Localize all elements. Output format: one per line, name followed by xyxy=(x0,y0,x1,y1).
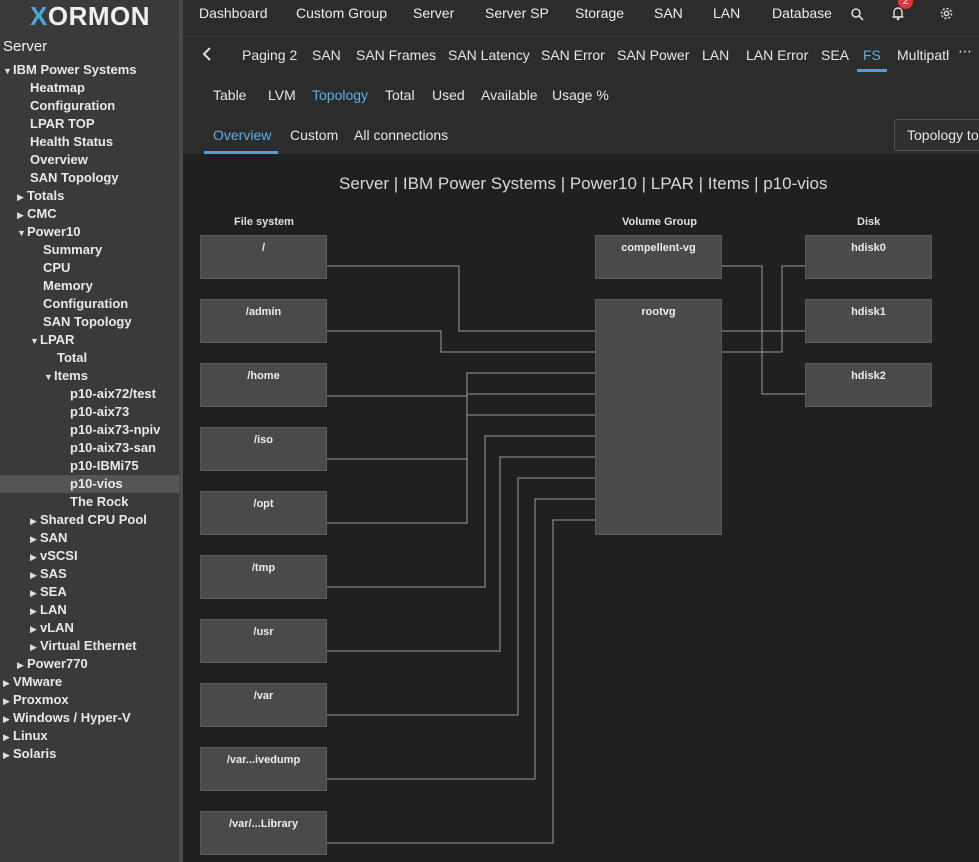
fs-node-5[interactable]: /opt xyxy=(200,491,327,535)
fs-node-9[interactable]: /var...ivedump xyxy=(200,747,327,791)
fs-node-3[interactable]: /home xyxy=(200,363,327,407)
fs-node-2[interactable]: /admin xyxy=(200,299,327,343)
connection-line xyxy=(327,265,595,332)
connection-line xyxy=(722,265,805,353)
vg-node-compellent-vg[interactable]: compellent-vg xyxy=(595,235,722,279)
connection-line xyxy=(327,456,595,652)
fs-node-1[interactable]: / xyxy=(200,235,327,279)
connection-line xyxy=(327,330,595,353)
connection-line xyxy=(722,265,805,395)
vg-node-rootvg[interactable]: rootvg xyxy=(595,299,722,535)
fs-node-7[interactable]: /usr xyxy=(200,619,327,663)
fs-node-4[interactable]: /iso xyxy=(200,427,327,471)
fs-node-6[interactable]: /tmp xyxy=(200,555,327,599)
fs-node-8[interactable]: /var xyxy=(200,683,327,727)
disk-node-hdisk1[interactable]: hdisk1 xyxy=(805,299,932,343)
disk-node-hdisk0[interactable]: hdisk0 xyxy=(805,235,932,279)
connection-line xyxy=(327,519,595,844)
connection-line xyxy=(327,372,595,397)
connection-line xyxy=(327,393,595,460)
disk-node-hdisk2[interactable]: hdisk2 xyxy=(805,363,932,407)
connection-lines xyxy=(327,265,805,844)
connection-line xyxy=(327,498,595,780)
connection-line xyxy=(327,414,595,524)
connection-line xyxy=(327,477,595,716)
fs-node-10[interactable]: /var/...Library xyxy=(200,811,327,855)
